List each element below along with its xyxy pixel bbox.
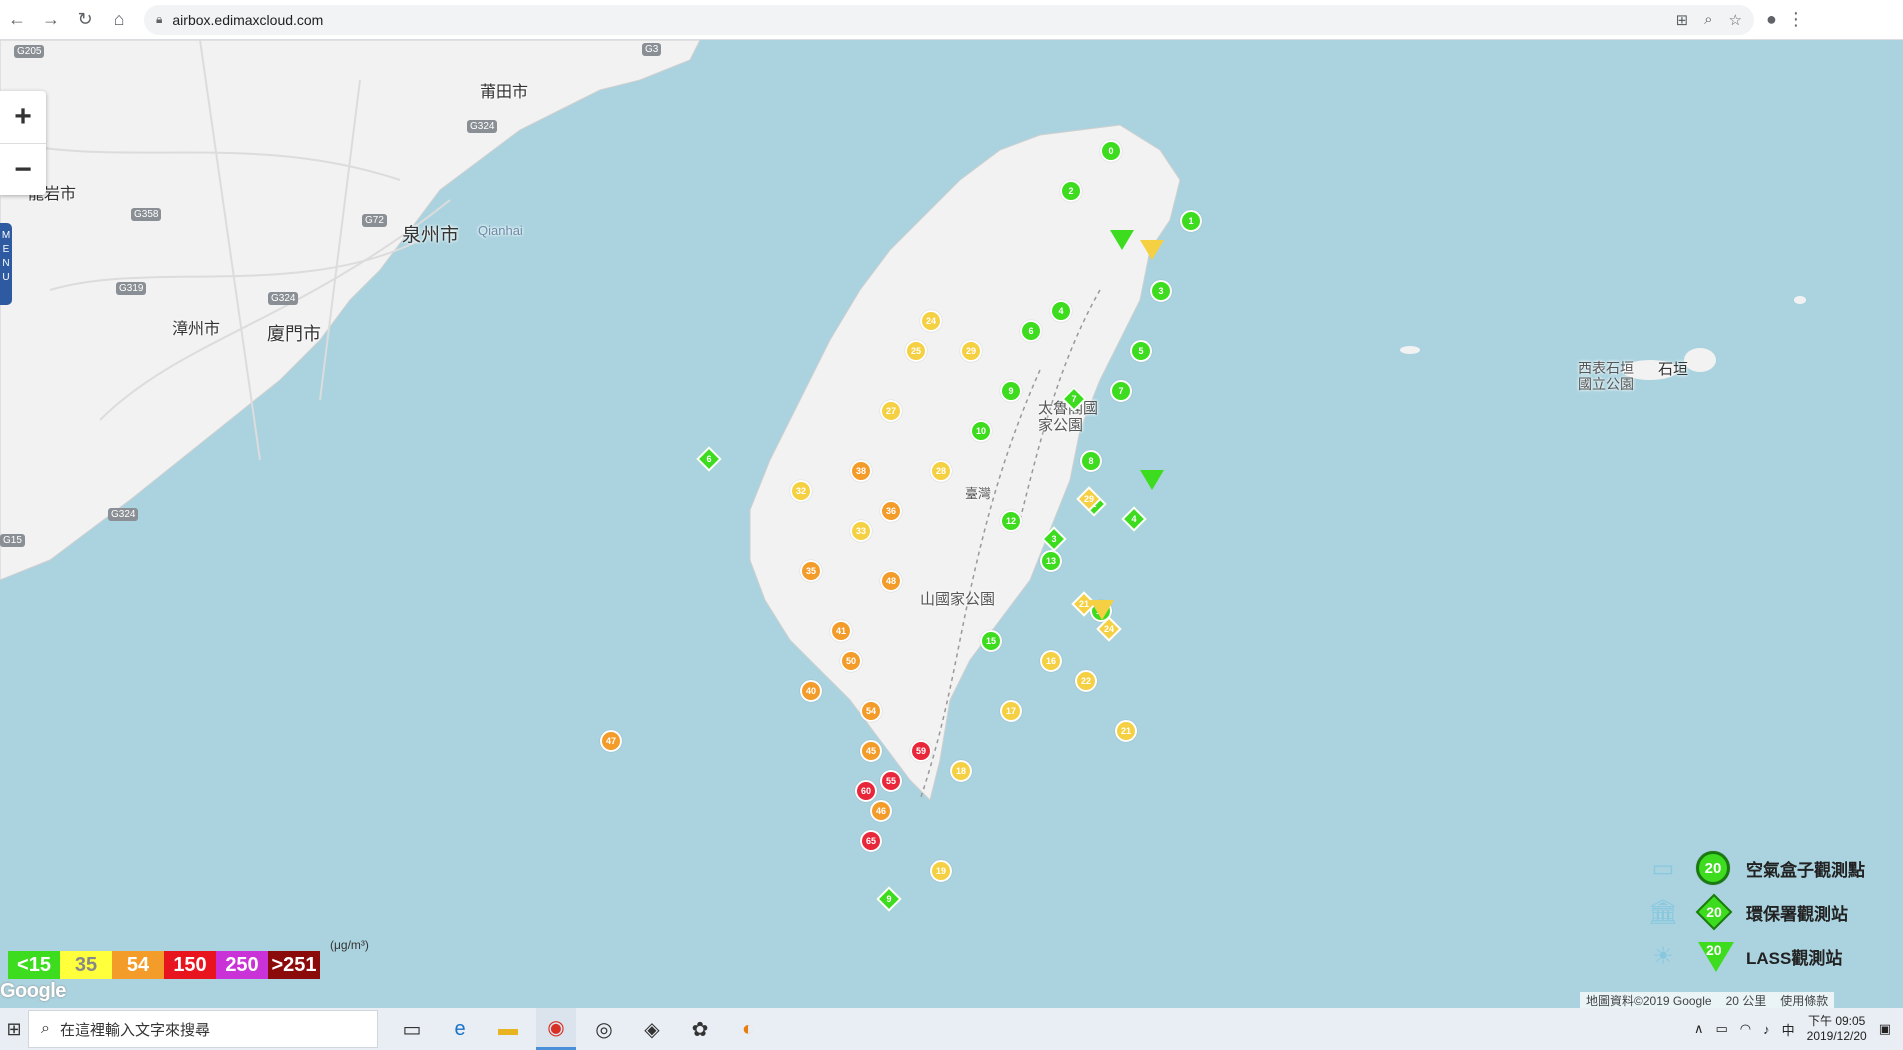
terms-link[interactable]: 使用條款 — [1780, 992, 1828, 1009]
volume-icon[interactable]: ♪ — [1763, 1022, 1770, 1037]
scale-item: 250 — [216, 951, 268, 979]
windows-taskbar: ⊞ ⌕ 在這裡輸入文字來搜尋 ▭ e ▬ ◉ ◎ ◈ ✿ ◐ ∧ ▭ ◠ ♪ 中… — [0, 1008, 1903, 1050]
legend-row-lass: ☀︎ 20 LASS觀測站 — [1640, 936, 1903, 976]
road-shield: G324 — [108, 508, 139, 521]
search-placeholder: 在這裡輸入文字來搜尋 — [59, 1021, 210, 1039]
app-icon[interactable]: ◈ — [632, 1008, 672, 1050]
road-shield: G15 — [0, 534, 25, 547]
translate-icon[interactable]: ⊞ — [1676, 11, 1689, 29]
legend-label: 空氣盒子觀測點 — [1746, 860, 1865, 880]
station-legend: ▭ 20 空氣盒子觀測點 🏛︎ 20 環保署觀測站 ☀︎ 20 LASS觀測站 — [1640, 848, 1903, 978]
scale-item: 35 — [60, 951, 112, 979]
scale-item: >251 — [268, 951, 320, 979]
lock-icon: 🔒︎ — [156, 12, 163, 26]
chevron-up-icon[interactable]: ∧ — [1694, 1021, 1704, 1037]
legend-triangle-symbol: 20 — [1686, 936, 1746, 976]
road-shield: G3 — [642, 43, 662, 56]
city-label: 廈門市 — [267, 324, 321, 344]
map-data-credit: 地圖資料©2019 Google — [1586, 993, 1712, 1008]
city-label: Qianhai — [478, 223, 523, 238]
address-bar[interactable]: 🔒︎ airbox.edimaxcloud.com ⊞ ⌕ ☆ — [144, 4, 1754, 35]
scale-item: <15 — [8, 951, 60, 979]
legend-row-epa: 🏛︎ 20 環保署觀測站 — [1640, 892, 1903, 932]
road-shield: G319 — [116, 282, 147, 295]
map-scale[interactable]: 20 公里 — [1726, 992, 1767, 1009]
home-icon[interactable]: ⌂ — [102, 3, 136, 37]
ime-indicator[interactable]: 中 — [1782, 1020, 1795, 1039]
map-canvas[interactable]: 莆田市 龍岩市 泉州市 Qianhai 漳州市 廈門市 太魯閣國家公園 山國家公… — [0, 40, 1903, 1008]
reload-icon[interactable]: ↻ — [68, 3, 102, 37]
park-label: 西表石垣國立公園 — [1578, 360, 1634, 392]
city-label: 莆田市 — [480, 84, 529, 101]
clock-time: 下午 09:05 — [1807, 1014, 1866, 1028]
airbox-icon: ▭ — [1651, 854, 1675, 882]
road-shield: G72 — [362, 214, 387, 227]
forward-icon[interactable]: → — [34, 3, 68, 37]
app-icon[interactable]: ◎ — [584, 1008, 624, 1050]
city-label: 泉州市 — [402, 225, 460, 246]
browser-toolbar: ← → ↻ ⌂ 🔒︎ airbox.edimaxcloud.com ⊞ ⌕ ☆ … — [0, 0, 1903, 40]
account-icon[interactable]: ● — [1766, 9, 1777, 30]
legend-diamond-symbol: 20 — [1686, 892, 1746, 932]
government-building-icon: 🏛︎ — [1647, 898, 1679, 926]
wifi-icon[interactable]: ◠ — [1740, 1021, 1751, 1037]
file-explorer-icon[interactable]: ▬ — [488, 1008, 528, 1050]
road-shield: G324 — [268, 292, 299, 305]
map-base — [0, 40, 1806, 801]
zoom-controls: + − — [0, 91, 46, 195]
windows-start-icon[interactable]: ⊞ — [0, 1008, 28, 1050]
city-label: 石垣 — [1658, 361, 1689, 378]
clock[interactable]: 下午 09:05 2019/12/20 — [1807, 1014, 1867, 1044]
star-icon[interactable]: ☆ — [1729, 11, 1742, 29]
battery-icon[interactable]: ▭ — [1715, 1021, 1727, 1037]
screen: ← → ↻ ⌂ 🔒︎ airbox.edimaxcloud.com ⊞ ⌕ ☆ … — [0, 0, 1903, 1050]
scale-item: 150 — [164, 951, 216, 979]
menu-icon[interactable]: ⋮ — [1787, 9, 1805, 30]
notification-icon[interactable]: ▣ — [1879, 1021, 1891, 1037]
region-label: 臺灣 — [965, 486, 992, 501]
road-shield: G358 — [131, 208, 162, 221]
legend-row-airbox: ▭ 20 空氣盒子觀測點 — [1640, 848, 1903, 888]
back-icon[interactable]: ← — [0, 3, 34, 37]
taskbar-search[interactable]: ⌕ 在這裡輸入文字來搜尋 — [28, 1010, 378, 1048]
search-icon: ⌕ — [41, 1020, 50, 1037]
blender-icon[interactable]: ◐ — [728, 1008, 768, 1050]
system-tray: ∧ ▭ ◠ ♪ 中 下午 09:05 2019/12/20 ▣ — [1694, 1014, 1903, 1044]
road-shield: G205 — [14, 45, 45, 58]
legend-circle-symbol: 20 — [1686, 848, 1746, 888]
legend-label: LASS觀測站 — [1746, 948, 1843, 968]
edge-browser-icon[interactable]: e — [440, 1008, 480, 1050]
clock-date: 2019/12/20 — [1806, 1029, 1867, 1043]
chrome-icon[interactable]: ◉ — [536, 1008, 576, 1050]
zoom-out-button[interactable]: − — [0, 143, 46, 195]
scale-unit: (μg/m³) — [330, 938, 369, 952]
google-logo: Google — [0, 980, 66, 1002]
url-text: airbox.edimaxcloud.com — [172, 11, 324, 28]
road-shield: G324 — [467, 120, 498, 133]
zoom-in-button[interactable]: + — [0, 91, 46, 143]
pm25-scale: <15 35 54 150 250 >251 — [8, 951, 320, 979]
zoom-icon[interactable]: ⌕ — [1704, 11, 1712, 29]
park-label: 山國家公園 — [920, 591, 996, 608]
app-icon[interactable]: ✿ — [680, 1008, 720, 1050]
legend-label: 環保署觀測站 — [1746, 904, 1848, 924]
sun-icon: ☀︎ — [1652, 942, 1674, 970]
city-label: 漳州市 — [172, 321, 221, 338]
menu-tab[interactable]: MENU — [0, 223, 12, 305]
map-attribution: 地圖資料©2019 Google 20 公里 使用條款 — [1580, 992, 1835, 1009]
task-view-icon[interactable]: ▭ — [392, 1008, 432, 1050]
scale-item: 54 — [112, 951, 164, 979]
